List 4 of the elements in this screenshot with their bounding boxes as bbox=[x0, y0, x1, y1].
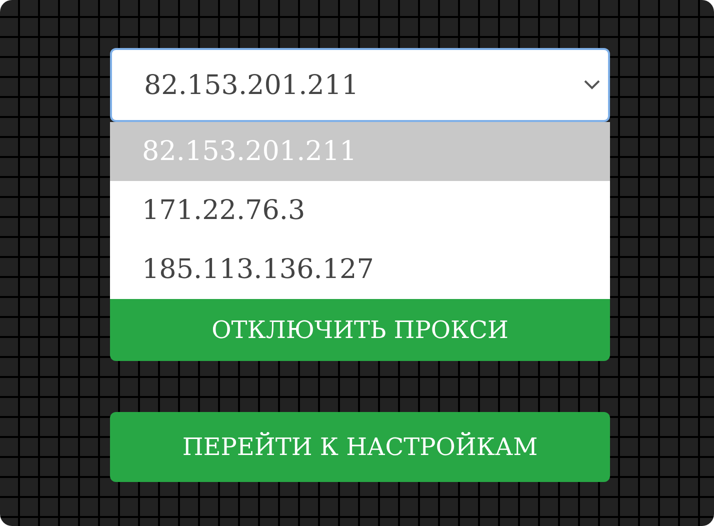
proxy-select[interactable]: 82.153.201.211 bbox=[110, 48, 610, 122]
chevron-down-icon bbox=[584, 80, 600, 90]
dropdown-option[interactable]: 185.113.136.127 bbox=[110, 240, 610, 299]
dropdown-option[interactable]: 171.22.76.3 bbox=[110, 181, 610, 240]
